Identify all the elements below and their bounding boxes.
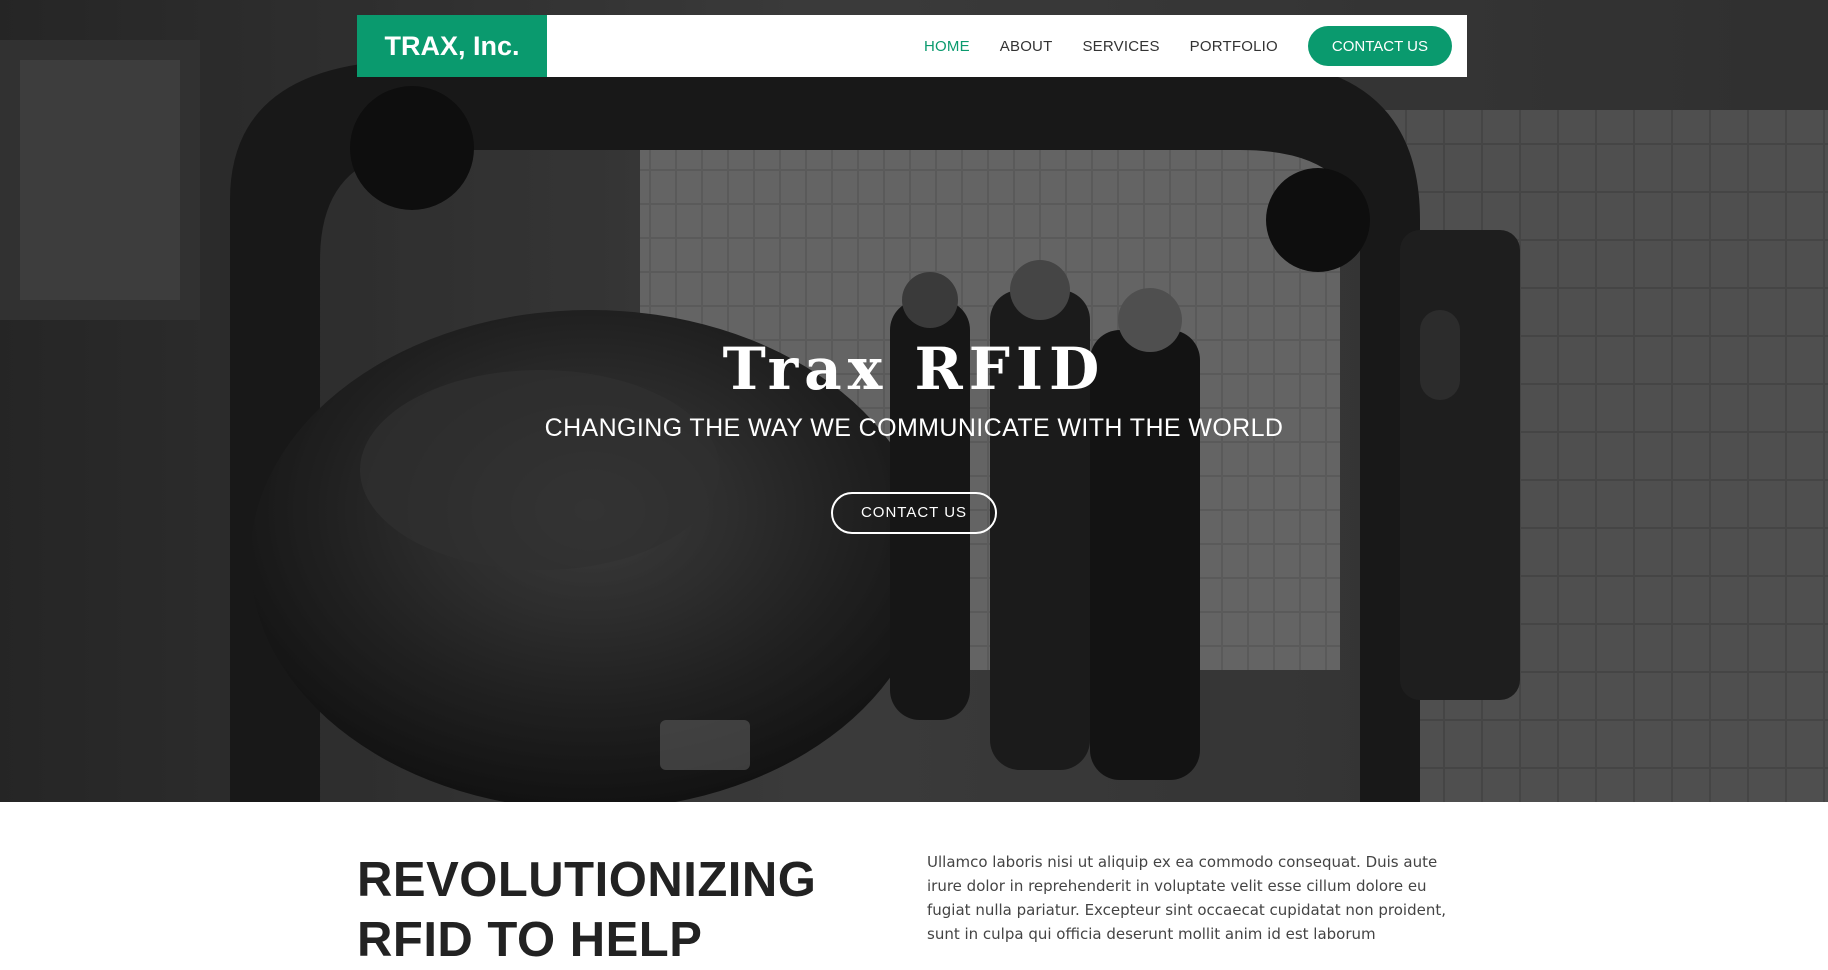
nav-portfolio-link[interactable]: PORTFOLIO	[1190, 38, 1278, 55]
top-navbar: TRAX, Inc. HOME ABOUT SERVICES PORTFOLIO…	[357, 15, 1467, 77]
intro-section: REVOLUTIONIZING RFID TO HELP Ullamco lab…	[0, 802, 1828, 967]
hero-title: Trax RFID	[722, 335, 1106, 403]
nav-about-link[interactable]: ABOUT	[1000, 38, 1053, 55]
intro-body-text: Ullamco laboris nisi ut aliquip ex ea co…	[927, 853, 1446, 943]
intro-heading: REVOLUTIONIZING RFID TO HELP	[357, 853, 817, 967]
nav-contact-button[interactable]: CONTACT US	[1307, 26, 1452, 66]
hero-contact-button[interactable]: CONTACT US	[830, 492, 998, 534]
nav-home-link[interactable]: HOME	[924, 38, 970, 55]
hero-content: Trax RFID CHANGING THE WAY WE COMMUNICAT…	[0, 330, 1828, 534]
brand-logo[interactable]: TRAX, Inc.	[357, 15, 547, 77]
hero-section: TRAX, Inc. HOME ABOUT SERVICES PORTFOLIO…	[0, 0, 1828, 802]
nav-links: HOME ABOUT SERVICES PORTFOLIO CONTACT US	[894, 26, 1452, 66]
nav-services-link[interactable]: SERVICES	[1082, 38, 1159, 55]
hero-subtitle: CHANGING THE WAY WE COMMUNICATE WITH THE…	[544, 414, 1284, 442]
